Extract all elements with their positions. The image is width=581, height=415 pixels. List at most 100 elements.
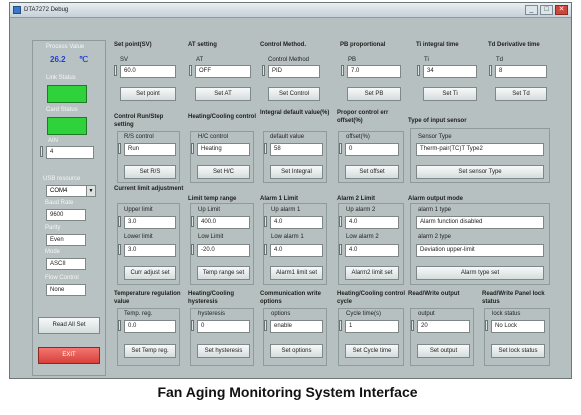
pb-field[interactable]: 7.0 [347, 65, 401, 78]
td-field[interactable]: 8 [495, 65, 547, 78]
up-alarm2-field[interactable]: 4.0 [345, 216, 399, 229]
set-output-button[interactable]: Set output [417, 344, 470, 358]
temp-range-set-button[interactable]: Temp range set [197, 266, 250, 280]
low-limit-field[interactable]: -20.0 [197, 244, 250, 257]
parity-field[interactable]: Even [46, 234, 86, 246]
hc-control-field[interactable]: Heating [197, 143, 250, 156]
hc-slider-icon[interactable] [191, 143, 194, 154]
up-alarm1-slider-icon[interactable] [264, 216, 267, 227]
exit-button[interactable]: EXIT [38, 347, 100, 364]
set-ti-button[interactable]: Set Ti [423, 87, 477, 101]
ti-field[interactable]: 34 [423, 65, 477, 78]
set-cycle-time-button[interactable]: Set Cycle time [345, 344, 399, 358]
sv-slider-icon[interactable] [114, 65, 117, 76]
close-icon[interactable]: ✕ [555, 5, 568, 15]
set-point-button[interactable]: Set point [120, 87, 176, 101]
limit-temp-header: Limit temp range [188, 196, 237, 202]
set-options-button[interactable]: Set options [270, 344, 323, 358]
control-method-field[interactable]: PID [268, 65, 320, 78]
mode-field[interactable]: ASCII [46, 258, 86, 270]
up-limit-field[interactable]: 400.0 [197, 216, 250, 229]
heating-cooling-control-header: Heating/Cooling control [188, 114, 256, 120]
at-slider-icon[interactable] [189, 65, 192, 76]
td-slider-icon[interactable] [489, 65, 492, 76]
flow-control-field[interactable]: None [46, 284, 86, 296]
low-alarm1-field[interactable]: 4.0 [270, 244, 323, 257]
alarm-type-set-button[interactable]: Alarm type set [416, 266, 544, 280]
set-rs-button[interactable]: Set R/S [124, 165, 176, 179]
usb-resource-label: USB resource [43, 176, 81, 182]
maximize-icon[interactable]: □ [540, 5, 553, 15]
temp-reg-slider-icon[interactable] [118, 320, 121, 331]
default-value-field[interactable]: 58 [270, 143, 323, 156]
set-control-button[interactable]: Set Control [268, 87, 320, 101]
up-alarm2-slider-icon[interactable] [339, 216, 342, 227]
alarm2-type-field[interactable]: Deviation upper-limit [416, 244, 544, 257]
hysteresis-field[interactable]: 0 [197, 320, 250, 333]
ti-slider-icon[interactable] [417, 65, 420, 76]
card-status-label: Card Status [46, 107, 78, 113]
upper-limit-slider-icon[interactable] [118, 216, 121, 227]
cycle-time-label: Cycle time(s) [346, 311, 382, 317]
lower-limit-slider-icon[interactable] [118, 244, 121, 255]
set-hysteresis-button[interactable]: Set hysteresis [197, 344, 250, 358]
temp-regulation-header: Temperature regulation value [114, 291, 181, 305]
up-alarm2-label: Up alarm 2 [346, 207, 376, 213]
lock-status-field[interactable]: No Lock [491, 320, 545, 333]
set-pb-button[interactable]: Set PB [347, 87, 401, 101]
integral-slider-icon[interactable] [264, 143, 267, 154]
baud-rate-field[interactable]: 9600 [46, 209, 86, 221]
cycle-time-slider-icon[interactable] [339, 320, 342, 331]
control-method-slider-icon[interactable] [262, 65, 265, 76]
low-alarm2-field[interactable]: 4.0 [345, 244, 399, 257]
read-all-set-button[interactable]: Read All Set [38, 317, 100, 334]
set-offset-button[interactable]: Set offset [345, 165, 399, 179]
up-limit-label: Up Limit [198, 207, 221, 213]
ain-slider-icon[interactable] [40, 146, 43, 157]
low-alarm1-slider-icon[interactable] [264, 244, 267, 255]
up-alarm1-field[interactable]: 4.0 [270, 216, 323, 229]
upper-limit-field[interactable]: 3.0 [124, 216, 176, 229]
set-sensor-type-button[interactable]: Set sensor Type [416, 165, 544, 179]
integral-default-header: Integral default value(%) [260, 110, 330, 116]
low-alarm2-slider-icon[interactable] [339, 244, 342, 255]
alarm1-limit-set-button[interactable]: Alarm1 limit set [270, 266, 323, 280]
temp-reg-field[interactable]: 0.0 [124, 320, 176, 333]
options-field[interactable]: enable [270, 320, 323, 333]
offset-field[interactable]: 0 [345, 143, 399, 156]
set-at-button[interactable]: Set AT [195, 87, 251, 101]
set-hc-button[interactable]: Set H/C [197, 165, 250, 179]
options-slider-icon[interactable] [264, 320, 267, 331]
set-td-button[interactable]: Set Td [495, 87, 547, 101]
sensor-type-field[interactable]: Therm-pair(TC)T Type2 [416, 143, 544, 156]
sv-field[interactable]: 60.0 [120, 65, 176, 78]
hysteresis-slider-icon[interactable] [191, 320, 194, 331]
output-slider-icon[interactable] [411, 320, 414, 331]
set-integral-button[interactable]: Set Integral [270, 165, 323, 179]
output-field[interactable]: 20 [417, 320, 470, 333]
chevron-down-icon[interactable]: ▼ [86, 186, 95, 196]
alarm1-type-field[interactable]: Alarm function disabled [416, 216, 544, 229]
pb-slider-icon[interactable] [341, 65, 344, 76]
curr-adjust-set-button[interactable]: Curr adjust set [124, 266, 176, 280]
rs-control-field[interactable]: Run [124, 143, 176, 156]
set-temp-reg-button[interactable]: Set Temp reg. [124, 344, 176, 358]
rs-slider-icon[interactable] [118, 143, 121, 154]
sv-label: SV [120, 57, 129, 63]
up-limit-slider-icon[interactable] [191, 216, 194, 227]
set-lock-status-button[interactable]: Set lock status [491, 344, 545, 358]
low-limit-slider-icon[interactable] [191, 244, 194, 255]
offset-slider-icon[interactable] [339, 143, 342, 154]
usb-resource-value: COM4 [50, 188, 68, 194]
ain-field[interactable]: 4 [46, 146, 94, 159]
at-field[interactable]: OFF [195, 65, 251, 78]
cycle-time-field[interactable]: 1 [345, 320, 399, 333]
minimize-icon[interactable]: _ [525, 5, 538, 15]
title-bar: DTA7272 Debug _ □ ✕ [10, 3, 571, 18]
usb-resource-select[interactable]: COM4 ▼ [46, 185, 96, 197]
baud-rate-label: Baud Rate [45, 200, 74, 206]
low-alarm1-label: Low alarm 1 [271, 234, 304, 240]
alarm2-limit-set-button[interactable]: Alarm2 limit set [345, 266, 399, 280]
lock-status-slider-icon[interactable] [485, 320, 488, 331]
lower-limit-field[interactable]: 3.0 [124, 244, 176, 257]
